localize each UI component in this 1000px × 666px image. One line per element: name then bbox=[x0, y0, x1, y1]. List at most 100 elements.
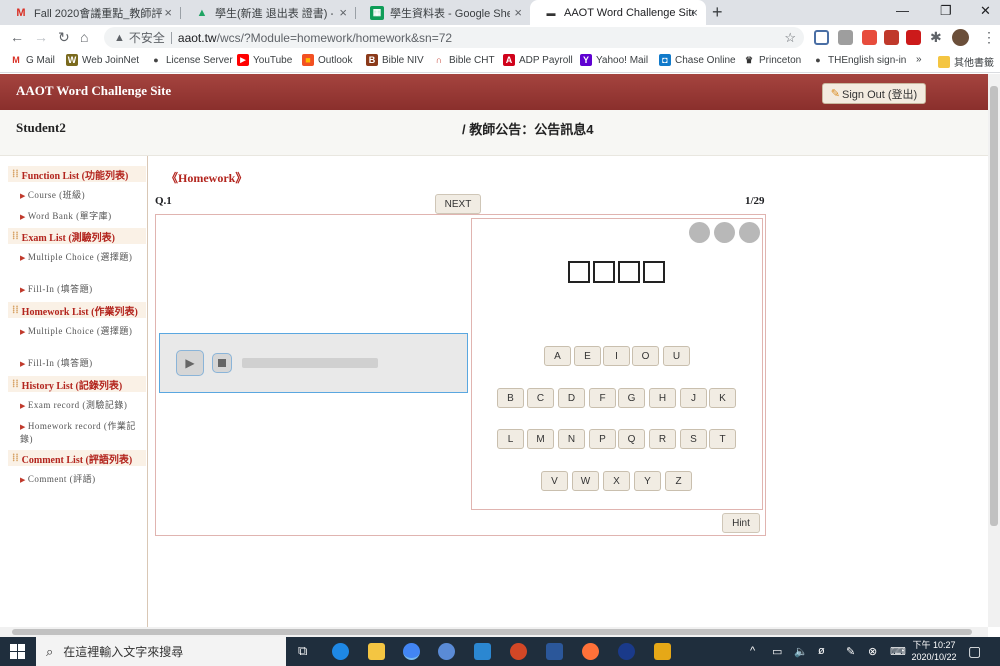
key-n[interactable]: N bbox=[558, 429, 585, 449]
key-v[interactable]: V bbox=[541, 471, 568, 491]
key-m[interactable]: M bbox=[527, 429, 554, 449]
notifications-icon[interactable]: ▢ bbox=[968, 643, 981, 660]
reload-icon[interactable]: ↻ bbox=[58, 29, 70, 46]
word-icon[interactable] bbox=[546, 643, 563, 660]
key-f[interactable]: F bbox=[589, 388, 616, 408]
key-s[interactable]: S bbox=[680, 429, 707, 449]
key-c[interactable]: C bbox=[527, 388, 554, 408]
close-window-icon[interactable]: ✕ bbox=[980, 3, 991, 19]
powerpoint-icon[interactable] bbox=[510, 643, 527, 660]
back-icon[interactable]: ← bbox=[10, 29, 24, 45]
bookmark-yahoo-mail[interactable]: Y Yahoo! Mail bbox=[580, 54, 648, 66]
key-r[interactable]: R bbox=[649, 429, 676, 449]
vertical-scrollbar[interactable] bbox=[988, 74, 1000, 627]
close-icon[interactable]: × bbox=[514, 5, 522, 20]
key-p[interactable]: P bbox=[589, 429, 616, 449]
bookmark-bible-cht[interactable]: ∩ Bible CHT bbox=[433, 54, 495, 66]
pen-icon[interactable]: ✎ bbox=[846, 645, 855, 658]
bookmark-youtube[interactable]: ▶ YouTube bbox=[237, 54, 292, 66]
extension-icon[interactable] bbox=[862, 30, 877, 45]
horizontal-scrollbar[interactable] bbox=[0, 627, 988, 637]
app-icon[interactable] bbox=[618, 643, 635, 660]
stop-button[interactable] bbox=[212, 353, 232, 373]
key-h[interactable]: H bbox=[649, 388, 676, 408]
tab-google-sheets[interactable]: ▦ 學生資料表 - Google Sheets × bbox=[356, 0, 530, 25]
bookmark-license-server[interactable]: ● License Server bbox=[150, 54, 233, 66]
bookmark-gmail[interactable]: MG Mail bbox=[10, 54, 55, 66]
key-e[interactable]: E bbox=[574, 346, 601, 366]
pdf-extension-icon[interactable] bbox=[906, 30, 921, 45]
chevron-up-icon[interactable]: ^ bbox=[750, 645, 755, 657]
other-bookmarks[interactable]: 其他書籤 bbox=[938, 54, 994, 69]
system-clock[interactable]: 下午 10:27 2020/10/22 bbox=[908, 639, 960, 663]
audio-progress-bar[interactable] bbox=[242, 358, 378, 368]
app-icon[interactable] bbox=[474, 643, 491, 660]
key-i[interactable]: I bbox=[603, 346, 630, 366]
close-icon[interactable]: × bbox=[339, 5, 347, 20]
hint-button[interactable]: Hint bbox=[722, 513, 760, 533]
ime-icon[interactable]: ø bbox=[818, 645, 825, 657]
bookmark-outlook[interactable]: ■ Outlook bbox=[302, 54, 352, 66]
bookmark-star-icon[interactable]: ☆ bbox=[784, 30, 796, 46]
tab-google-drive[interactable]: ▲ 學生(新進 退出表 證書) - Google × bbox=[181, 0, 355, 25]
key-l[interactable]: L bbox=[497, 429, 524, 449]
sidebar-item-exam-fill-in[interactable]: ▶ Fill-In (填答題) bbox=[20, 283, 144, 296]
key-x[interactable]: X bbox=[603, 471, 630, 491]
edge-icon[interactable] bbox=[332, 643, 349, 660]
key-t[interactable]: T bbox=[709, 429, 736, 449]
puzzle-icon[interactable]: ✱ bbox=[930, 29, 942, 46]
address-bar[interactable]: ▲ 不安全 aaot.tw/wcs/?Module=homework/homew… bbox=[104, 27, 804, 48]
extension-icon[interactable] bbox=[884, 30, 899, 45]
task-view-icon[interactable]: ⧉ bbox=[298, 643, 307, 659]
network-icon[interactable]: ▭ bbox=[772, 645, 782, 658]
more-bookmarks-button[interactable]: » bbox=[916, 54, 922, 65]
file-explorer-icon[interactable] bbox=[368, 643, 385, 660]
firefox-icon[interactable] bbox=[582, 643, 599, 660]
bookmark-princeton[interactable]: ♛ Princeton bbox=[743, 54, 801, 66]
sidebar-item-homework-multiple-choice[interactable]: ▶ Multiple Choice (選擇題) bbox=[20, 325, 142, 338]
ime-mode-icon[interactable]: ⊗ bbox=[868, 645, 877, 658]
key-y[interactable]: Y bbox=[634, 471, 661, 491]
key-q[interactable]: Q bbox=[618, 429, 645, 449]
sidebar-item-exam-multiple-choice[interactable]: ▶ Multiple Choice (選擇題) bbox=[20, 251, 142, 264]
sidebar-item-homework-fill-in[interactable]: ▶ Fill-In (填答題) bbox=[20, 357, 144, 370]
key-w[interactable]: W bbox=[572, 471, 599, 491]
bookmark-chase-online[interactable]: ◘ Chase Online bbox=[659, 54, 736, 66]
keyboard-icon[interactable]: ⌨ bbox=[890, 645, 906, 658]
key-d[interactable]: D bbox=[558, 388, 585, 408]
close-icon[interactable]: × bbox=[164, 5, 172, 20]
menu-icon[interactable]: ⋮ bbox=[982, 29, 996, 46]
restore-icon[interactable]: ❐ bbox=[940, 3, 952, 19]
sidebar-item-homework-record[interactable]: ▶ Homework record (作業記錄) bbox=[20, 420, 146, 445]
extension-icon[interactable] bbox=[838, 30, 853, 45]
key-k[interactable]: K bbox=[709, 388, 736, 408]
forward-icon[interactable]: → bbox=[34, 29, 48, 45]
sidebar-item-exam-record[interactable]: ▶ Exam record (測驗記錄) bbox=[20, 399, 144, 412]
sidebar-item-comment[interactable]: ▶ Comment (評語) bbox=[20, 473, 144, 486]
bookmark-web-joinnet[interactable]: W Web JoinNet bbox=[66, 54, 139, 66]
new-tab-button[interactable]: + bbox=[712, 2, 723, 23]
avatar[interactable] bbox=[952, 29, 969, 46]
sign-out-button[interactable]: ✎ Sign Out (登出) bbox=[822, 83, 926, 104]
sidebar-item-course[interactable]: ▶ Course (班級) bbox=[20, 189, 144, 202]
key-z[interactable]: Z bbox=[665, 471, 692, 491]
key-j[interactable]: J bbox=[680, 388, 707, 408]
bookmark-adp-payroll[interactable]: A ADP Payroll bbox=[503, 54, 573, 66]
bookmark-thenglish[interactable]: ● THEnglish sign-in bbox=[812, 54, 906, 66]
taskbar-search-box[interactable]: ⌕ 在這裡輸入文字來搜尋 bbox=[36, 637, 286, 666]
key-b[interactable]: B bbox=[497, 388, 524, 408]
tab-aaot-active[interactable]: ▬ AAOT Word Challenge Site × bbox=[530, 0, 706, 25]
app-icon[interactable] bbox=[438, 643, 455, 660]
home-icon[interactable]: ⌂ bbox=[80, 29, 88, 45]
key-o[interactable]: O bbox=[632, 346, 659, 366]
next-button[interactable]: NEXT bbox=[435, 194, 481, 214]
key-u[interactable]: U bbox=[663, 346, 690, 366]
sidebar-item-word-bank[interactable]: ▶ Word Bank (單字庫) bbox=[20, 210, 144, 223]
play-button[interactable]: ▶ bbox=[176, 350, 204, 376]
app-icon[interactable] bbox=[654, 643, 671, 660]
minimize-icon[interactable]: — bbox=[896, 3, 909, 18]
key-g[interactable]: G bbox=[618, 388, 645, 408]
extension-icon[interactable] bbox=[814, 30, 829, 45]
close-icon[interactable]: × bbox=[690, 5, 698, 20]
bookmark-bible-niv[interactable]: B Bible NIV bbox=[366, 54, 424, 66]
